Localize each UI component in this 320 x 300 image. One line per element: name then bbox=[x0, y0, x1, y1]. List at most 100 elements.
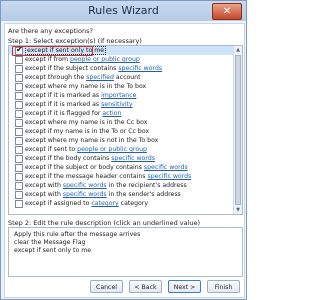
condition-text: except through the bbox=[25, 74, 87, 81]
exception-checkbox[interactable] bbox=[15, 110, 23, 118]
condition-value-link[interactable]: specified bbox=[86, 74, 114, 81]
condition-value-link[interactable]: people or public group bbox=[70, 56, 140, 63]
exception-row[interactable]: except if from people or public group bbox=[9, 55, 233, 64]
exception-checkbox[interactable] bbox=[15, 56, 23, 64]
exception-label: except with specific words in the recipi… bbox=[25, 181, 187, 190]
rules-wizard-window: Rules Wizard ✕ Are there any exceptions?… bbox=[0, 0, 247, 300]
step1-label: Step 1: Select exception(s) (if necessar… bbox=[8, 37, 142, 45]
exception-row[interactable]: except if the body contains specific wor… bbox=[9, 154, 233, 163]
scroll-down-arrow-icon[interactable]: ▼ bbox=[234, 206, 242, 214]
condition-value-link[interactable]: specific words bbox=[63, 191, 107, 198]
rule-description-box[interactable]: Apply this rule after the message arrive… bbox=[8, 227, 243, 277]
exception-checkbox[interactable] bbox=[15, 173, 23, 181]
exception-checkbox[interactable] bbox=[15, 65, 23, 73]
condition-value-link[interactable]: specific words bbox=[144, 164, 188, 171]
window-title: Rules Wizard bbox=[88, 4, 159, 17]
exception-checkbox[interactable] bbox=[15, 191, 23, 199]
close-button[interactable]: ✕ bbox=[212, 3, 242, 20]
exception-checkbox[interactable] bbox=[15, 74, 23, 82]
condition-value-link[interactable]: sensitivity bbox=[101, 101, 133, 108]
exception-row[interactable]: except if assigned to category category bbox=[9, 199, 233, 208]
exception-row[interactable]: except if the message header contains sp… bbox=[9, 172, 233, 181]
exception-row[interactable]: except with specific words in the sender… bbox=[9, 190, 233, 199]
exception-row[interactable]: except where my name is in the To box bbox=[9, 82, 233, 91]
condition-text: except where my name is in the To box bbox=[25, 83, 147, 90]
exception-label: except if from people or public group bbox=[25, 55, 140, 64]
exception-row[interactable]: except if my name is in the To or Cc box bbox=[9, 127, 233, 136]
exceptions-scrollbar[interactable]: ▲ ▼ bbox=[233, 46, 242, 214]
exception-label: except where my name is in the Cc box bbox=[25, 118, 147, 127]
exception-row[interactable]: except through the specified account bbox=[9, 73, 233, 82]
condition-text: in the sender's address bbox=[106, 191, 181, 198]
exception-checkbox[interactable] bbox=[15, 128, 23, 136]
condition-text: except if from bbox=[25, 56, 71, 63]
step2-label: Step 2: Edit the rule description (click… bbox=[8, 219, 201, 227]
condition-text: except if the subject or body contains bbox=[25, 164, 144, 171]
exception-label: except through the specified account bbox=[25, 73, 141, 82]
exceptions-list[interactable]: ✔ except if sent only to me except if from… bbox=[8, 45, 243, 215]
exception-checkbox[interactable] bbox=[15, 200, 23, 208]
exception-row[interactable]: except if sent to people or public group bbox=[9, 145, 233, 154]
exception-row[interactable]: except where my name is in the Cc box bbox=[9, 118, 233, 127]
next-button[interactable]: Next > bbox=[168, 280, 201, 293]
exception-label: except if sent to people or public group bbox=[25, 145, 147, 154]
condition-text: except if assigned to bbox=[25, 200, 92, 207]
cancel-button[interactable]: Cancel bbox=[90, 280, 123, 293]
scroll-thumb[interactable] bbox=[235, 55, 241, 205]
exception-row[interactable]: except with specific words in the recipi… bbox=[9, 181, 233, 190]
exception-row[interactable]: except if the subject contains specific … bbox=[9, 64, 233, 73]
condition-text: except if my name is in the To or Cc box bbox=[25, 128, 150, 135]
condition-text: except if the message header contains bbox=[25, 173, 148, 180]
exception-label: except where my name is in the To box bbox=[25, 82, 146, 91]
exception-checkbox[interactable] bbox=[15, 137, 23, 145]
condition-value-link[interactable]: action bbox=[102, 110, 121, 117]
description-line: except if sent only to me bbox=[14, 247, 92, 254]
exception-checkbox[interactable] bbox=[15, 92, 23, 100]
exception-label: except if it is marked as importance bbox=[25, 91, 136, 100]
exception-label: except if assigned to category category bbox=[25, 199, 148, 208]
exception-row[interactable]: except if it is marked as importance bbox=[9, 91, 233, 100]
condition-text: except if it is marked as bbox=[25, 92, 102, 99]
condition-text: except if it is marked as bbox=[25, 101, 102, 108]
condition-value-link[interactable]: specific words bbox=[118, 65, 162, 72]
condition-value-link[interactable]: specific words bbox=[63, 182, 107, 189]
button-bar: Cancel < Back Next > Finish bbox=[5, 280, 244, 296]
condition-text: except where my name is in the Cc box bbox=[25, 119, 148, 126]
back-button[interactable]: < Back bbox=[129, 280, 162, 293]
exception-label: except if the message header contains sp… bbox=[25, 172, 191, 181]
exception-label: except if it is marked as sensitivity bbox=[25, 100, 133, 109]
condition-text: account bbox=[113, 74, 141, 81]
scroll-up-arrow-icon[interactable]: ▲ bbox=[234, 46, 242, 54]
title-bar: Rules Wizard ✕ bbox=[1, 1, 246, 21]
condition-text: except with bbox=[25, 191, 63, 198]
condition-value-link[interactable]: category bbox=[91, 200, 118, 207]
condition-text: except if the subject contains bbox=[25, 65, 119, 72]
condition-value-link[interactable]: specific words bbox=[147, 173, 191, 180]
exception-checkbox[interactable] bbox=[15, 119, 23, 127]
condition-text: except if it is flagged for bbox=[25, 110, 103, 117]
condition-text: except if the body contains bbox=[25, 155, 112, 162]
condition-value-link[interactable]: specific words bbox=[111, 155, 155, 162]
condition-value-link[interactable]: people or public group bbox=[77, 146, 147, 153]
exception-label: except where my name is not in the To bo… bbox=[25, 136, 158, 145]
description-line[interactable]: clear the Message Flag bbox=[14, 239, 85, 246]
exception-checkbox[interactable] bbox=[15, 101, 23, 109]
exception-row[interactable]: except if the subject or body contains s… bbox=[9, 163, 233, 172]
exception-checkbox[interactable] bbox=[15, 146, 23, 154]
exception-checkbox[interactable] bbox=[15, 164, 23, 172]
condition-value-link[interactable]: importance bbox=[101, 92, 136, 99]
exception-label: except if the body contains specific wor… bbox=[25, 154, 155, 163]
exception-label: except if my name is in the To or Cc box bbox=[25, 127, 149, 136]
exception-row[interactable]: except if it is marked as sensitivity bbox=[9, 100, 233, 109]
exception-checkbox[interactable] bbox=[15, 155, 23, 163]
exception-checkbox[interactable] bbox=[15, 182, 23, 190]
description-line: Apply this rule after the message arrive… bbox=[14, 231, 141, 238]
exceptions-question: Are there any exceptions? bbox=[8, 27, 93, 35]
exception-row[interactable]: except if it is flagged for action bbox=[9, 109, 233, 118]
condition-text: except if sent to bbox=[25, 146, 78, 153]
exception-checkbox[interactable] bbox=[15, 83, 23, 91]
exception-row[interactable]: except where my name is not in the To bo… bbox=[9, 136, 233, 145]
exception-label: except if the subject contains specific … bbox=[25, 64, 162, 73]
exception-row[interactable]: ✔ except if sent only to me bbox=[9, 46, 233, 56]
finish-button[interactable]: Finish bbox=[207, 280, 240, 293]
